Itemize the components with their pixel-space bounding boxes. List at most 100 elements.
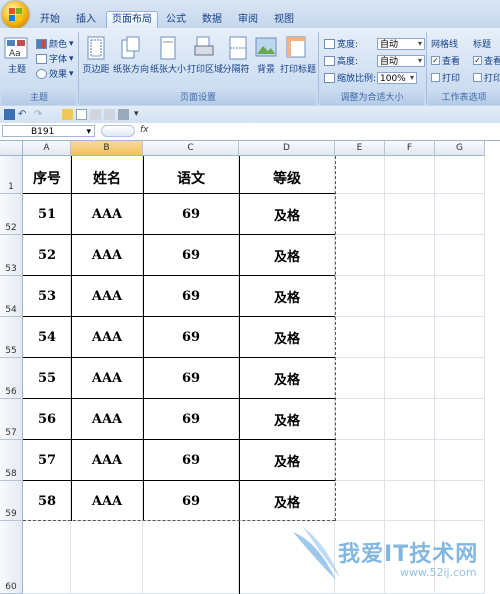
- tab-view[interactable]: 视图: [270, 12, 298, 28]
- cell-e54[interactable]: [335, 276, 385, 317]
- row-header-52[interactable]: 52: [0, 194, 23, 235]
- size-icon[interactable]: [158, 36, 178, 60]
- cell-f57[interactable]: [385, 399, 435, 440]
- cell-g1[interactable]: [435, 156, 485, 194]
- formula-buttons[interactable]: [101, 125, 135, 137]
- margins-label[interactable]: 页边距: [82, 62, 110, 75]
- gridlines-print[interactable]: 打印: [431, 71, 460, 84]
- print-titles-icon[interactable]: [286, 36, 308, 60]
- cell-f55[interactable]: [385, 317, 435, 358]
- orientation-label[interactable]: 纸张方向: [113, 62, 149, 75]
- column-header-b[interactable]: B: [71, 141, 143, 156]
- tab-page-layout[interactable]: 页面布局: [106, 11, 158, 29]
- cell-g57[interactable]: [435, 399, 485, 440]
- cell-b60[interactable]: [71, 521, 143, 594]
- theme-icon[interactable]: Aa: [4, 36, 28, 60]
- select-all-corner[interactable]: [0, 141, 23, 156]
- cell-g59[interactable]: [435, 481, 485, 521]
- breaks-icon[interactable]: [228, 36, 248, 60]
- cell-e55[interactable]: [335, 317, 385, 358]
- headings-view-checkbox[interactable]: ✓: [473, 56, 482, 65]
- cell-g54[interactable]: [435, 276, 485, 317]
- margins-icon[interactable]: [86, 36, 106, 60]
- cell-f56[interactable]: [385, 358, 435, 399]
- row-header-1[interactable]: 1: [0, 156, 23, 194]
- cell-f53[interactable]: [385, 235, 435, 276]
- name-box[interactable]: B191 ▾: [2, 125, 95, 137]
- customize-qat-icon[interactable]: ▾: [134, 109, 145, 120]
- name-box-dropdown-icon[interactable]: ▾: [86, 126, 91, 138]
- tab-formulas[interactable]: 公式: [162, 12, 190, 28]
- cell-f54[interactable]: [385, 276, 435, 317]
- cell-e52[interactable]: [335, 194, 385, 235]
- print-area-label[interactable]: 打印区域: [187, 62, 223, 75]
- print-preview-icon[interactable]: [90, 109, 101, 120]
- colors-button[interactable]: 颜色 ▾: [36, 37, 74, 50]
- open-icon[interactable]: [62, 109, 73, 120]
- cell-e58[interactable]: [335, 440, 385, 481]
- headings-print-checkbox[interactable]: [473, 73, 482, 82]
- cell-f1[interactable]: [385, 156, 435, 194]
- new-icon[interactable]: [76, 109, 87, 120]
- row-header-55[interactable]: 55: [0, 317, 23, 358]
- column-header-f[interactable]: F: [385, 141, 435, 156]
- row-header-53[interactable]: 53: [0, 235, 23, 276]
- camera-icon[interactable]: [118, 109, 129, 120]
- column-header-g[interactable]: G: [435, 141, 485, 156]
- row-header-58[interactable]: 58: [0, 440, 23, 481]
- zoom-spinner[interactable]: 100%: [377, 71, 417, 84]
- row-header-57[interactable]: 57: [0, 399, 23, 440]
- gridlines-view-checkbox[interactable]: ✓: [431, 56, 440, 65]
- cell-g53[interactable]: [435, 235, 485, 276]
- tab-review[interactable]: 审阅: [234, 12, 262, 28]
- width-combo[interactable]: 自动: [377, 37, 425, 50]
- print-titles-label[interactable]: 打印标题: [280, 62, 316, 75]
- column-header-e[interactable]: E: [335, 141, 385, 156]
- headings-print[interactable]: 打印: [473, 71, 500, 84]
- cell-g58[interactable]: [435, 440, 485, 481]
- column-header-a[interactable]: A: [23, 141, 71, 156]
- cell-g52[interactable]: [435, 194, 485, 235]
- row-header-60[interactable]: 60: [0, 521, 23, 594]
- print-area-icon[interactable]: [194, 36, 214, 60]
- size-label[interactable]: 纸张大小: [150, 62, 186, 75]
- gridlines-print-checkbox[interactable]: [431, 73, 440, 82]
- cell-f52[interactable]: [385, 194, 435, 235]
- cell-e53[interactable]: [335, 235, 385, 276]
- row-header-59[interactable]: 59: [0, 481, 23, 521]
- breaks-label[interactable]: 分隔符: [222, 62, 250, 75]
- cell-e1[interactable]: [335, 156, 385, 194]
- background-icon[interactable]: [255, 36, 277, 60]
- cell-f59[interactable]: [385, 481, 435, 521]
- cell-e56[interactable]: [335, 358, 385, 399]
- column-header-d[interactable]: D: [239, 141, 335, 156]
- gridlines-view[interactable]: ✓ 查看: [431, 54, 460, 67]
- fonts-button[interactable]: 字体 ▾: [36, 52, 74, 65]
- tab-insert[interactable]: 插入: [72, 12, 100, 28]
- theme-button-label[interactable]: 主题: [6, 62, 28, 75]
- cell-e57[interactable]: [335, 399, 385, 440]
- tab-data[interactable]: 数据: [198, 12, 226, 28]
- undo-icon[interactable]: ↶: [18, 109, 29, 120]
- cell-a60[interactable]: [23, 521, 71, 594]
- row-header-54[interactable]: 54: [0, 276, 23, 317]
- tab-home[interactable]: 开始: [36, 12, 64, 28]
- effects-button[interactable]: 效果 ▾: [36, 67, 74, 80]
- cell-g55[interactable]: [435, 317, 485, 358]
- insert-function-icon[interactable]: fx: [140, 125, 149, 135]
- print-icon[interactable]: [104, 109, 115, 120]
- fonts-icon: [36, 53, 47, 64]
- save-icon[interactable]: [4, 109, 15, 120]
- redo-icon[interactable]: ↷: [34, 109, 45, 120]
- cell-c60[interactable]: [143, 521, 239, 594]
- cell-e59[interactable]: [335, 481, 385, 521]
- cell-f58[interactable]: [385, 440, 435, 481]
- row-header-56[interactable]: 56: [0, 358, 23, 399]
- background-label[interactable]: 背景: [255, 62, 277, 75]
- cell-g56[interactable]: [435, 358, 485, 399]
- height-combo[interactable]: 自动: [377, 54, 425, 67]
- orientation-icon[interactable]: [120, 36, 140, 60]
- office-button[interactable]: [2, 1, 29, 28]
- headings-view[interactable]: ✓ 查看: [473, 54, 500, 67]
- column-header-c[interactable]: C: [143, 141, 239, 156]
